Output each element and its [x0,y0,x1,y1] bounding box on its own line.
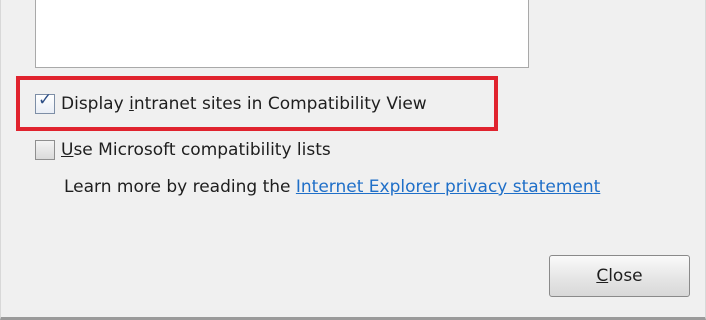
accesskey-u: U [61,140,74,160]
close-button[interactable]: Close [549,255,690,297]
microsoft-lists-label: Use Microsoft compatibility lists [61,140,331,160]
check-icon: ✓ [38,90,53,110]
learn-more-prefix: Learn more by reading the [64,177,296,197]
intranet-compat-checkbox[interactable]: ✓ [35,90,55,114]
accesskey-c: C [596,266,609,286]
intranet-compat-label: Display intranet sites in Compatibility … [61,94,427,114]
microsoft-lists-checkbox[interactable] [35,140,55,160]
close-button-label: lose [608,266,643,286]
compatibility-view-settings-dialog: ✓ Display intranet sites in Compatibilit… [0,0,706,320]
privacy-statement-link[interactable]: Internet Explorer privacy statement [296,177,600,197]
option-microsoft-compat-lists[interactable]: Use Microsoft compatibility lists [35,140,331,160]
learn-more-text: Learn more by reading the Internet Explo… [64,177,600,197]
option-display-intranet-compat[interactable]: ✓ Display intranet sites in Compatibilit… [35,90,427,114]
websites-listbox[interactable] [35,0,529,68]
